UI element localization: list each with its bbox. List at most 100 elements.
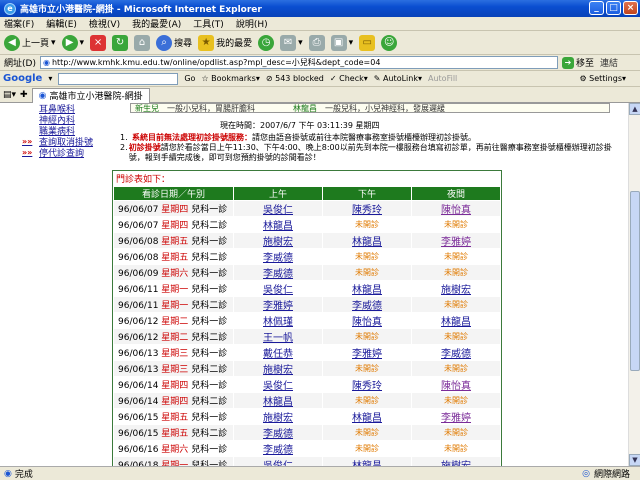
home-button[interactable]: ⌂: [134, 34, 151, 51]
menu-item-1[interactable]: 編輯(E): [46, 17, 77, 30]
notice-text: 請您由語音掛號或前往本院醫療事務室掛號櫃檯辦理初診掛號。: [252, 133, 476, 142]
doctor-link[interactable]: 王一帆: [233, 328, 323, 345]
doctor-link[interactable]: 施樹宏: [411, 280, 501, 297]
minimize-button[interactable]: _: [589, 1, 604, 15]
doctor-link[interactable]: 施樹宏: [411, 456, 501, 466]
weekday-text: 星期四: [161, 381, 189, 391]
scroll-up-arrow[interactable]: ▲: [629, 103, 640, 115]
doctor-link[interactable]: 吳俊仁: [233, 200, 323, 217]
new-tab-icon[interactable]: ✚: [20, 90, 28, 100]
doctor-link[interactable]: 李雅婷: [233, 296, 323, 313]
search-button[interactable]: ⌕ 搜尋: [156, 34, 192, 51]
print-button[interactable]: ⎙: [308, 34, 325, 51]
google-search-input[interactable]: [58, 72, 179, 85]
go-button[interactable]: ➔ 移至: [561, 56, 594, 69]
tab-list-icon[interactable]: ▤▾: [3, 90, 16, 100]
stop-button[interactable]: ×: [90, 34, 107, 51]
scroll-down-arrow[interactable]: ▼: [629, 454, 640, 466]
history-button[interactable]: ◷: [258, 34, 275, 51]
doctor-link[interactable]: 李威德: [233, 264, 323, 281]
menu-item-3[interactable]: 我的最愛(A): [132, 17, 181, 30]
date-text: 96/06/09: [118, 269, 159, 279]
date-cell: 96/06/08 星期五 兒科二診: [113, 248, 234, 265]
doctor-link[interactable]: 吳俊仁: [233, 376, 323, 393]
doctor-link[interactable]: 李雅婷: [322, 344, 412, 361]
doctor-link[interactable]: 李威德: [233, 248, 323, 265]
autofill-button[interactable]: AutoFill: [428, 74, 457, 83]
settings-button[interactable]: ⚙ Settings▾: [579, 74, 626, 83]
links-button[interactable]: 連結: [600, 56, 618, 69]
doctor-link[interactable]: 林龍昌: [411, 312, 501, 329]
tab-active[interactable]: ◉ 高雄市立小港醫院-網掛: [31, 87, 150, 103]
notice-number: 1.: [120, 133, 128, 142]
doctor-link[interactable]: 林龍昌: [322, 456, 412, 466]
menu-item-4[interactable]: 工具(T): [193, 17, 224, 30]
google-go-button[interactable]: Go: [184, 74, 195, 83]
clinic-text: 兒科二診: [191, 397, 228, 407]
mail-button[interactable]: ✉ ▾: [280, 34, 303, 51]
doctor-link[interactable]: 林龍昌: [233, 216, 323, 233]
closed-slot: 未開診: [322, 328, 412, 345]
doctor-link[interactable]: 吳俊仁: [233, 456, 323, 466]
doctor-link[interactable]: 陳怡真: [411, 376, 501, 393]
doctor-link[interactable]: 施樹宏: [233, 360, 323, 377]
bookmarks-button[interactable]: ☆ Bookmarks▾: [201, 74, 259, 83]
doctor-link[interactable]: 李威德: [233, 424, 323, 441]
doctor-link[interactable]: 陳怡真: [411, 200, 501, 217]
doctor-link[interactable]: 李威德: [322, 296, 412, 313]
back-button[interactable]: ◀ 上一頁 ▾: [4, 34, 56, 51]
vertical-scrollbar[interactable]: ▲ ▼: [628, 103, 640, 466]
date-cell: 96/06/12 星期二 兒科二診: [113, 328, 234, 345]
weekday-text: 星期三: [161, 349, 189, 359]
doctor-link[interactable]: 林龍昌: [322, 280, 412, 297]
date-cell: 96/06/13 星期三 兒科一診: [113, 344, 234, 361]
doctor-link[interactable]: 陳怡真: [322, 312, 412, 329]
doctor-link[interactable]: 李威德: [233, 440, 323, 457]
scroll-thumb[interactable]: [630, 191, 640, 371]
doctor-link[interactable]: 李雅婷: [411, 408, 501, 425]
clinic-text: 兒科二診: [191, 429, 228, 439]
doctor-link[interactable]: 林龍昌: [233, 392, 323, 409]
go-arrow-icon: ➔: [561, 56, 574, 69]
date-text: 96/06/14: [118, 397, 159, 407]
close-button[interactable]: ×: [623, 1, 638, 15]
doctor-link[interactable]: 施樹宏: [233, 408, 323, 425]
menu-item-5[interactable]: 說明(H): [236, 17, 268, 30]
dept-doctor-a[interactable]: 新生兒: [135, 103, 159, 114]
notice-text: 請您於看診當日上午11:30、下午4:00、晚上8:00以前先到本院一樓服務台填…: [128, 143, 612, 162]
doctor-link[interactable]: 林佩瑾: [233, 312, 323, 329]
date-cell: 96/06/11 星期一 兒科二診: [113, 296, 234, 313]
refresh-button[interactable]: ↻: [112, 34, 129, 51]
menu-item-0[interactable]: 檔案(F): [4, 17, 34, 30]
closed-slot: 未開診: [411, 392, 501, 409]
date-cell: 96/06/16 星期六 兒科一診: [113, 440, 234, 457]
messenger-button[interactable]: ☺: [381, 34, 398, 51]
doctor-link[interactable]: 施樹宏: [233, 232, 323, 249]
date-text: 96/06/13: [118, 349, 159, 359]
discuss-button[interactable]: ▭: [359, 34, 376, 51]
spell-check-button[interactable]: ✓ Check▾: [330, 74, 368, 83]
doctor-link[interactable]: 李威德: [411, 344, 501, 361]
doctor-link[interactable]: 林龍昌: [322, 232, 412, 249]
forward-button[interactable]: ▶ ▾: [61, 34, 84, 51]
closed-slot: 未開診: [322, 424, 412, 441]
address-input[interactable]: ◉ http://www.kmhk.kmu.edu.tw/online/opdli…: [39, 56, 558, 69]
doctor-link[interactable]: 戴任恭: [233, 344, 323, 361]
doctor-link[interactable]: 吳俊仁: [233, 280, 323, 297]
side-nav-item[interactable]: »» 停代診查詢: [22, 147, 102, 159]
doctor-link[interactable]: 李雅婷: [411, 232, 501, 249]
popup-blocked-button[interactable]: ⊘ 543 blocked: [266, 74, 324, 83]
autolink-button[interactable]: ✎ AutoLink▾: [374, 74, 422, 83]
doctor-link[interactable]: 陳秀玲: [322, 200, 412, 217]
maximize-button[interactable]: □: [606, 1, 621, 15]
dept-doctor-b[interactable]: 林龍昌: [293, 103, 317, 114]
doctor-link[interactable]: 林龍昌: [322, 408, 412, 425]
date-cell: 96/06/09 星期六 兒科一診: [113, 264, 234, 281]
edit-button[interactable]: ▣ ▾: [330, 34, 353, 51]
table-row: 96/06/15 星期五 兒科一診 施樹宏 林龍昌 李雅婷: [113, 408, 501, 425]
toolbar: ◀ 上一頁 ▾ ▶ ▾ × ↻ ⌂ ⌕ 搜尋 ★ 我的最愛 ◷ ✉ ▾ ⎙ ▣ ▾ ▭ ☺: [0, 31, 640, 55]
notice-highlight: 初診掛號: [128, 143, 161, 152]
doctor-link[interactable]: 陳秀玲: [322, 376, 412, 393]
menu-item-2[interactable]: 檢視(V): [89, 17, 120, 30]
favorites-button[interactable]: ★ 我的最愛: [198, 34, 252, 51]
